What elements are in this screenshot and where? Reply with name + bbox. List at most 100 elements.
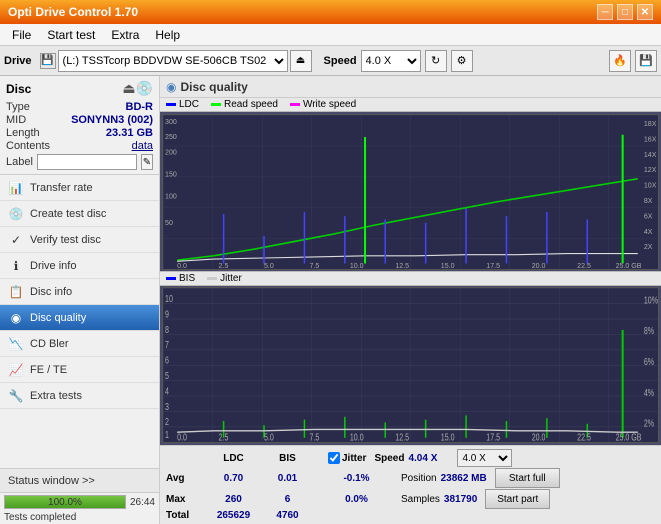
upper-chart: 300 250 200 150 100 50 18X 16X 14X 12X 1… (162, 114, 659, 270)
samples-value: 381790 (444, 494, 477, 505)
svg-text:6%: 6% (644, 356, 655, 367)
position-value: 23862 MB (441, 473, 487, 484)
svg-text:7: 7 (165, 339, 169, 350)
menu-start-test[interactable]: Start test (39, 26, 103, 44)
svg-text:0.0: 0.0 (177, 261, 187, 269)
avg-ldc: 0.70 (206, 473, 261, 484)
status-section: Status window >> 100.0% 26:44 Tests comp… (0, 468, 159, 524)
stats-area: LDC BIS Jitter Speed 4.04 X 1.0 X2.0 X4.… (160, 445, 661, 524)
speed-label: Speed (324, 55, 357, 67)
disc-info-icon: 📋 (8, 285, 24, 299)
speed-select-2[interactable]: 1.0 X2.0 X4.0 X8.0 X (457, 449, 512, 467)
chart-legend-1: LDC Read speed Write speed (160, 98, 661, 112)
svg-text:6: 6 (165, 354, 169, 365)
legend-ldc-dot (166, 103, 176, 106)
nav-disc-quality[interactable]: ◉ Disc quality (0, 305, 159, 331)
legend-jitter-dot (207, 277, 217, 280)
nav-create-test-disc-label: Create test disc (30, 208, 106, 220)
verify-test-disc-icon: ✓ (8, 233, 24, 247)
jitter-checkbox[interactable] (328, 452, 340, 464)
nav-drive-info[interactable]: ℹ Drive info (0, 253, 159, 279)
nav-fe-te[interactable]: 📈 FE / TE (0, 357, 159, 383)
svg-text:17.5: 17.5 (486, 261, 500, 269)
svg-text:14X: 14X (644, 150, 657, 159)
nav-verify-test-disc[interactable]: ✓ Verify test disc (0, 227, 159, 253)
window-controls: ─ □ ✕ (597, 4, 653, 20)
settings-button[interactable]: ⚙ (451, 50, 473, 72)
disc-title: Disc (6, 82, 31, 96)
burn-button[interactable]: 🔥 (609, 50, 631, 72)
svg-text:6X: 6X (644, 211, 653, 220)
disc-contents-label: Contents (6, 140, 50, 152)
disc-label-label: Label (6, 156, 33, 168)
eject-button[interactable]: ⏏ (290, 50, 312, 72)
svg-text:250: 250 (165, 132, 177, 141)
chart-header: ◉ Disc quality (160, 76, 661, 98)
legend-write-speed-label: Write speed (303, 99, 356, 110)
nav-transfer-rate[interactable]: 📊 Transfer rate (0, 175, 159, 201)
disc-label-button[interactable]: ✎ (141, 154, 153, 170)
minimize-button[interactable]: ─ (597, 4, 613, 20)
svg-text:2.5: 2.5 (219, 261, 229, 269)
chart-title-icon: ◉ (166, 80, 176, 94)
speed-header-value: 4.04 X (408, 453, 453, 464)
nav-disc-info[interactable]: 📋 Disc info (0, 279, 159, 305)
charts-container: 300 250 200 150 100 50 18X 16X 14X 12X 1… (160, 112, 661, 445)
svg-text:15.0: 15.0 (441, 431, 455, 442)
disc-label-input[interactable] (37, 154, 137, 170)
disc-contents-value[interactable]: data (132, 140, 153, 152)
app-title: Opti Drive Control 1.70 (8, 5, 597, 19)
nav-list: 📊 Transfer rate 💿 Create test disc ✓ Ver… (0, 175, 159, 409)
legend-bis-label: BIS (179, 273, 195, 284)
drive-label: Drive (4, 55, 32, 67)
nav-transfer-rate-label: Transfer rate (30, 182, 93, 194)
lower-chart-svg: 10 9 8 7 6 5 4 3 2 1 10% 8% 6% 4% 2% (163, 288, 658, 442)
svg-text:16X: 16X (644, 134, 657, 143)
disc-type-value: BD-R (126, 101, 154, 113)
max-jitter: 0.0% (324, 494, 389, 505)
legend-read-speed-label: Read speed (224, 99, 278, 110)
stats-ldc-header: LDC (206, 453, 261, 464)
svg-text:8: 8 (165, 324, 169, 335)
status-window-button[interactable]: Status window >> (0, 469, 159, 493)
svg-text:15.0: 15.0 (441, 261, 455, 269)
progress-text: 100.0% (5, 496, 125, 510)
upper-chart-svg: 300 250 200 150 100 50 18X 16X 14X 12X 1… (163, 115, 658, 269)
svg-text:100: 100 (165, 191, 177, 200)
menu-extra[interactable]: Extra (103, 26, 147, 44)
svg-text:17.5: 17.5 (486, 431, 500, 442)
max-label: Max (166, 494, 202, 505)
avg-jitter: -0.1% (324, 473, 389, 484)
maximize-button[interactable]: □ (617, 4, 633, 20)
legend-ldc-label: LDC (179, 99, 199, 110)
nav-create-test-disc[interactable]: 💿 Create test disc (0, 201, 159, 227)
legend-write-speed: Write speed (290, 99, 356, 110)
drive-select[interactable]: (L:) TSSTcorp BDDVDW SE-506CB TS02 (58, 50, 288, 72)
svg-text:25.0 GB: 25.0 GB (616, 431, 642, 442)
nav-verify-test-disc-label: Verify test disc (30, 234, 101, 246)
svg-text:20.0: 20.0 (532, 431, 546, 442)
nav-cd-bler[interactable]: 📉 CD Bler (0, 331, 159, 357)
refresh-button[interactable]: ↻ (425, 50, 447, 72)
disc-section: Disc ⏏💿 Type BD-R MID SONYNN3 (002) Leng… (0, 76, 159, 175)
menu-help[interactable]: Help (147, 26, 188, 44)
speed-select[interactable]: 1.0 X2.0 X4.0 X8.0 X (361, 50, 421, 72)
right-panel: ◉ Disc quality LDC Read speed Write spee… (160, 76, 661, 524)
nav-extra-tests[interactable]: 🔧 Extra tests (0, 383, 159, 409)
svg-text:8%: 8% (644, 325, 655, 336)
disc-eject-icon[interactable]: ⏏💿 (122, 80, 153, 97)
nav-extra-tests-label: Extra tests (30, 390, 82, 402)
legend-read-speed: Read speed (211, 99, 278, 110)
svg-text:20.0: 20.0 (532, 261, 546, 269)
svg-text:4%: 4% (644, 387, 655, 398)
menu-file[interactable]: File (4, 26, 39, 44)
start-full-button[interactable]: Start full (495, 468, 560, 488)
create-test-disc-icon: 💿 (8, 207, 24, 221)
close-button[interactable]: ✕ (637, 4, 653, 20)
save-button[interactable]: 💾 (635, 50, 657, 72)
svg-text:10: 10 (165, 293, 173, 304)
svg-text:2%: 2% (644, 417, 655, 428)
svg-text:22.5: 22.5 (577, 261, 591, 269)
legend-write-speed-dot (290, 103, 300, 106)
start-part-button[interactable]: Start part (485, 489, 550, 509)
